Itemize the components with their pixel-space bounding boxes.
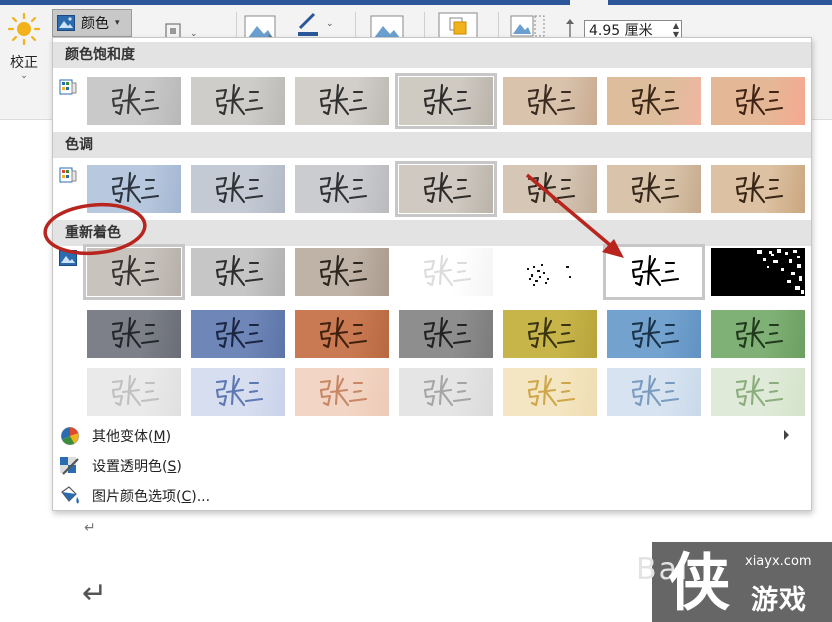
color-option-thumb[interactable]	[607, 165, 701, 213]
color-option-thumb[interactable]	[191, 368, 285, 416]
app-window: 校正 ⌄ 颜色 ▾ ⌄ ⌄ 4.95 厘米 ▲ ▼ ↵ ↵ 颜色饱和度 色调 重…	[0, 0, 832, 622]
color-option-thumb[interactable]	[295, 248, 389, 296]
color-option-thumb[interactable]	[711, 77, 805, 125]
color-option-thumb[interactable]	[399, 248, 493, 296]
more-variations-item[interactable]: 其他变体(M)	[59, 423, 799, 449]
color-option-thumb[interactable]	[607, 77, 701, 125]
more-variations-label: 其他变体(M)	[92, 429, 172, 445]
corrections-button[interactable]: 校正 ⌄	[4, 12, 44, 88]
paragraph-mark: ↵	[84, 520, 96, 536]
section-header: 色调	[53, 132, 811, 158]
color-option-thumb[interactable]	[603, 244, 705, 300]
color-option-thumb[interactable]	[503, 77, 597, 125]
color-option-thumb[interactable]	[503, 248, 597, 296]
set-transparent-color-item[interactable]: 设置透明色(S)	[59, 453, 799, 479]
color-dropdown-panel: 颜色饱和度 色调 重新着色 其他变体(M) 设置透明色(S) 图片颜色选项(C)…	[52, 37, 812, 511]
tone-row-icon	[59, 167, 77, 183]
color-option-thumb[interactable]	[503, 165, 597, 213]
color-option-thumb[interactable]	[399, 310, 493, 358]
watermark-logo-char: 侠	[668, 546, 731, 619]
color-option-thumb[interactable]	[87, 310, 181, 358]
color-option-thumb[interactable]	[503, 368, 597, 416]
chevron-down-icon: ⌄	[20, 71, 28, 81]
color-option-thumb[interactable]	[191, 77, 285, 125]
color-option-thumb[interactable]	[399, 368, 493, 416]
palette-icon	[61, 427, 79, 445]
sun-icon	[7, 12, 41, 46]
saturation-row-icon	[59, 79, 77, 95]
picture-border-icon[interactable]: ⌄	[296, 12, 338, 38]
recolor-row-icon	[59, 250, 77, 266]
color-option-thumb[interactable]	[395, 161, 497, 217]
color-options-icon	[61, 486, 79, 504]
color-option-thumb[interactable]	[87, 368, 181, 416]
color-option-thumb[interactable]	[295, 77, 389, 125]
color-option-thumb[interactable]	[191, 310, 285, 358]
picture-color-options-item[interactable]: 图片颜色选项(C)...	[59, 483, 799, 509]
section-header: 颜色饱和度	[53, 42, 811, 68]
color-option-thumb[interactable]	[395, 73, 497, 129]
color-option-thumb[interactable]	[191, 248, 285, 296]
color-option-thumb[interactable]	[607, 368, 701, 416]
color-option-thumb[interactable]	[711, 165, 805, 213]
color-option-thumb[interactable]	[711, 248, 805, 296]
color-option-thumb[interactable]	[607, 310, 701, 358]
color-option-thumb[interactable]	[295, 368, 389, 416]
color-option-thumb[interactable]	[711, 368, 805, 416]
color-option-thumb[interactable]	[295, 310, 389, 358]
chevron-down-icon: ▾	[115, 18, 120, 28]
paragraph-mark: ↵	[82, 576, 108, 611]
submenu-arrow-icon	[784, 430, 789, 440]
ribbon-accent-bar	[0, 0, 832, 5]
picture-color-icon	[57, 15, 75, 31]
color-option-thumb[interactable]	[87, 165, 181, 213]
set-transparent-color-label: 设置透明色(S)	[92, 459, 182, 475]
color-option-thumb[interactable]	[83, 244, 185, 300]
picture-color-options-label: 图片颜色选项(C)...	[92, 489, 211, 505]
color-button[interactable]: 颜色 ▾	[52, 9, 132, 37]
corrections-label: 校正	[10, 55, 38, 71]
set-transparent-icon	[60, 457, 79, 475]
watermark-url: xiayx.com	[745, 554, 812, 569]
color-option-thumb[interactable]	[503, 310, 597, 358]
watermark-name: 游戏	[751, 585, 807, 616]
color-option-thumb[interactable]	[191, 165, 285, 213]
color-option-thumb[interactable]	[295, 165, 389, 213]
color-option-thumb[interactable]	[87, 77, 181, 125]
section-header: 重新着色	[53, 220, 811, 246]
color-option-thumb[interactable]	[711, 310, 805, 358]
color-label: 颜色	[81, 16, 109, 32]
svg-text:⌄: ⌄	[326, 19, 334, 29]
